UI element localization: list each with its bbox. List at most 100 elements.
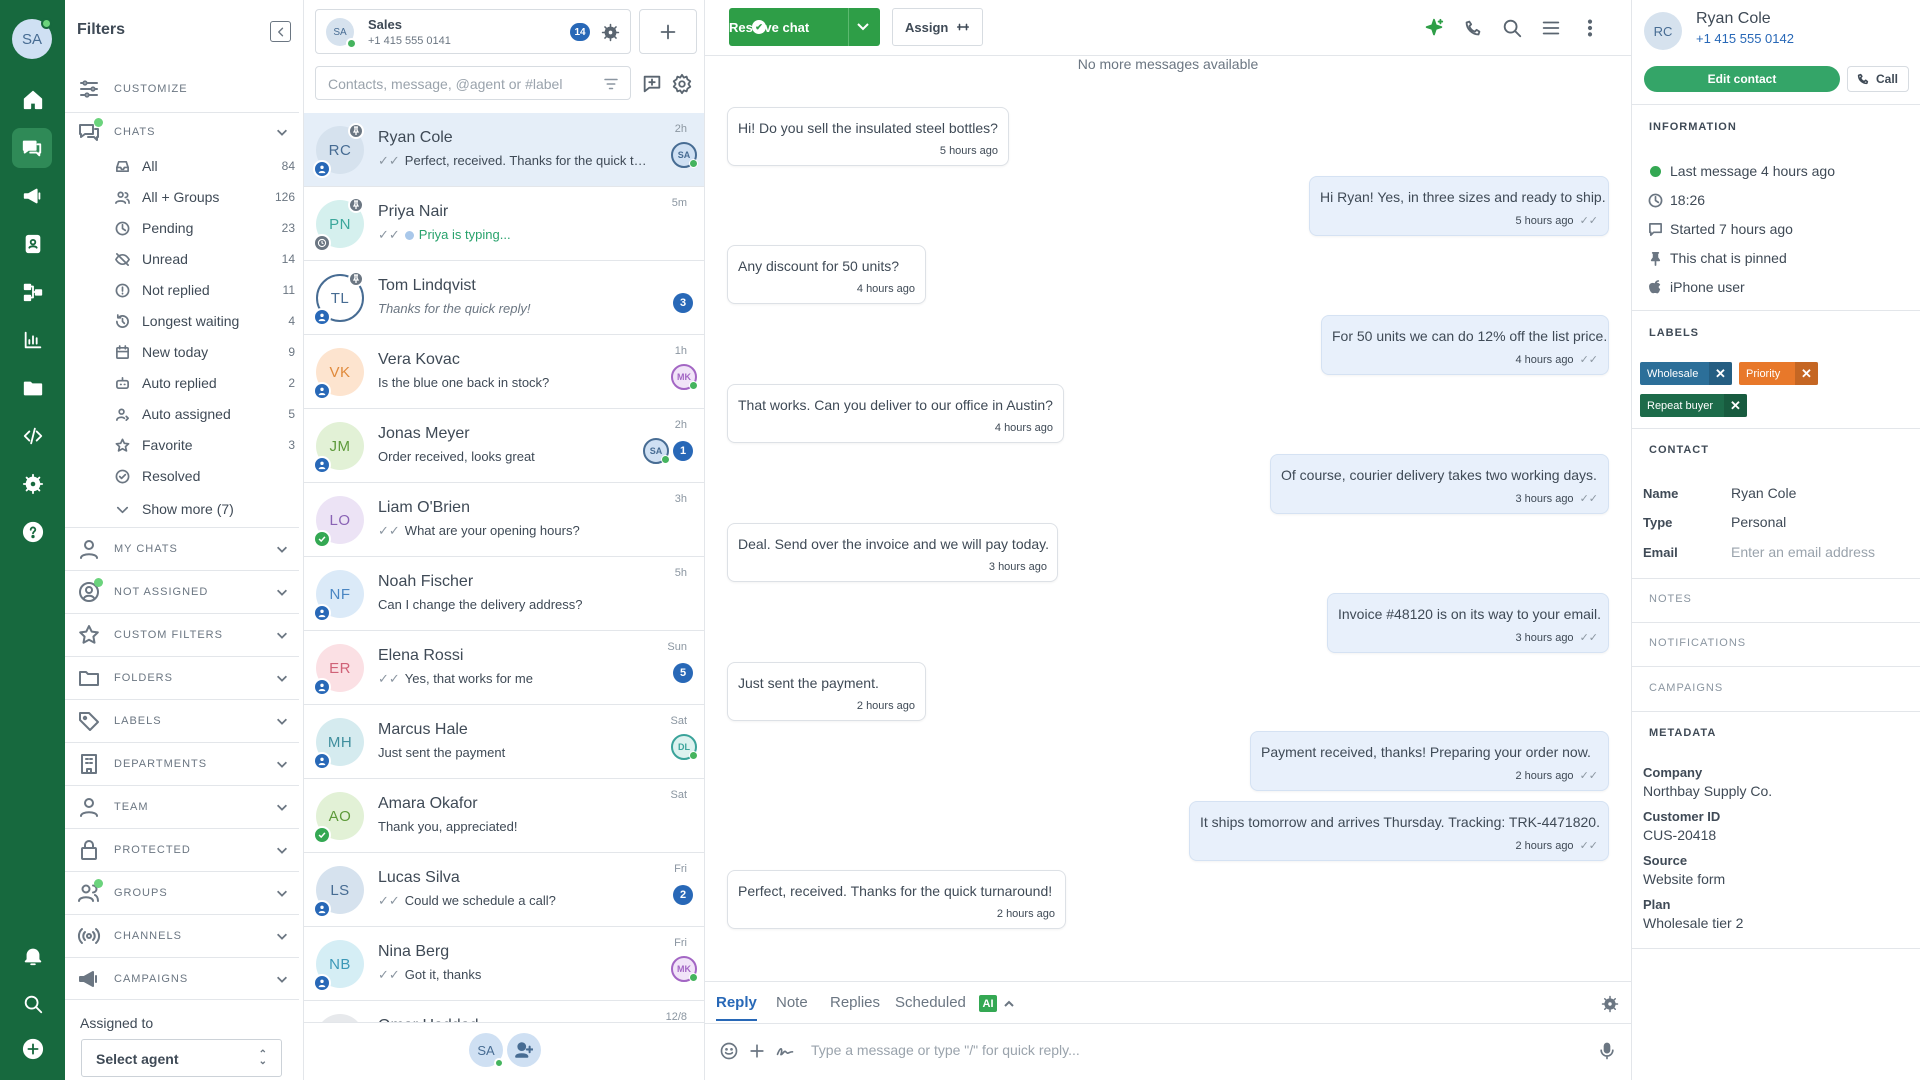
nav-home[interactable] [15, 82, 50, 117]
inbox-selector[interactable]: SA Sales +1 415 555 0141 14 [315, 9, 631, 54]
nav-settings[interactable] [15, 466, 50, 501]
filter-item[interactable]: Not replied 11 [115, 280, 295, 300]
nav-developers[interactable] [15, 418, 50, 453]
gear-icon[interactable] [601, 23, 620, 42]
call-button[interactable]: Call [1847, 66, 1909, 92]
filter-item[interactable]: Unread 14 [115, 249, 295, 269]
show-more-button[interactable]: Show more (7) [115, 499, 295, 519]
search-input[interactable]: Contacts, message, @agent or #label [315, 66, 631, 100]
remove-label-button[interactable]: ✕ [1709, 362, 1732, 385]
conversation-item[interactable]: TL Tom Lindqvist Thanks for the quick repl… [304, 261, 704, 335]
edit-contact-button[interactable]: Edit contact [1644, 66, 1840, 92]
filter-item[interactable]: All + Groups 126 [115, 187, 295, 207]
section-labels[interactable]: LABELS [77, 710, 297, 732]
filter-item[interactable]: New today 9 [115, 342, 295, 362]
emoji-icon[interactable] [719, 1041, 739, 1061]
signature-icon[interactable] [775, 1041, 795, 1061]
agent-avatar[interactable]: SA [469, 1033, 504, 1068]
conversation-item[interactable]: VK Vera Kovac Is the blue one back in stoc… [304, 335, 704, 409]
chevron-up-icon[interactable] [1003, 998, 1015, 1010]
conversation-item[interactable]: AO Amara Okafor Thank you, appreciated! Sat [304, 779, 704, 853]
conversation-item[interactable]: NF Noah Fischer Can I change the delivery … [304, 557, 704, 631]
section-groups[interactable]: GROUPS [77, 879, 297, 904]
conversation-name: Liam O'Brien [378, 499, 470, 516]
section-label: DEPARTMENTS [114, 758, 208, 770]
filters-panel: Filters CUSTOMIZE CHATS All 84 All + Group… [65, 0, 304, 1080]
collapse-filters-button[interactable] [270, 21, 291, 42]
conversation-item[interactable]: NB Nina Berg ✓✓ Got it, thanks Fri MK [304, 927, 704, 1001]
conversation-item[interactable]: MH Marcus Hale Just sent the payment Sat DL [304, 705, 704, 779]
message-time-text: 5 hours ago [1515, 215, 1574, 227]
notifications-section[interactable]: NOTIFICATIONS [1649, 637, 1746, 649]
filter-item[interactable]: All 84 [115, 156, 295, 176]
conversation-item[interactable]: ER Elena Rossi ✓✓ Yes, that works for me Sun… [304, 631, 704, 705]
section-my-chats[interactable]: MY CHATS [77, 538, 297, 560]
filter-item[interactable]: Auto replied 2 [115, 373, 295, 393]
conversation-item[interactable]: JM Jonas Meyer Order received, looks great… [304, 409, 704, 483]
nav-search[interactable] [15, 986, 50, 1021]
contact-phone[interactable]: +1 415 555 0142 [1696, 31, 1794, 46]
section-protected[interactable]: PROTECTED [77, 839, 297, 861]
sliders-icon[interactable] [1540, 17, 1562, 39]
message-time-text: 2 hours ago [856, 700, 915, 712]
remove-label-button[interactable]: ✕ [1795, 362, 1818, 385]
section-chats[interactable]: CHATS [77, 118, 297, 143]
field-type-value[interactable]: Personal [1731, 514, 1786, 530]
nav-help[interactable] [15, 514, 50, 549]
section-folders[interactable]: FOLDERS [77, 667, 297, 689]
customize-button[interactable]: CUSTOMIZE [77, 78, 297, 100]
conversation-item[interactable]: LS Lucas Silva ✓✓ Could we schedule a call?… [304, 853, 704, 927]
tab-scheduled[interactable]: Scheduled [895, 994, 966, 1011]
new-chat-button[interactable] [639, 9, 697, 54]
filter-item[interactable]: Auto assigned 5 [115, 404, 295, 424]
section-channels[interactable]: CHANNELS [77, 925, 297, 947]
nav-notifications[interactable] [15, 938, 50, 973]
nav-reports[interactable] [15, 322, 50, 357]
assign-button[interactable]: Assign [892, 8, 983, 46]
section-departments[interactable]: DEPARTMENTS [77, 753, 297, 775]
chevron-down-icon[interactable] [856, 22, 870, 32]
phone-icon[interactable] [1462, 17, 1484, 39]
microphone-icon[interactable] [1597, 1041, 1617, 1061]
nav-contacts[interactable] [15, 226, 50, 261]
nav-files[interactable] [15, 370, 50, 405]
notes-section[interactable]: NOTES [1649, 593, 1692, 605]
conversation-item[interactable]: RC Ryan Cole ✓✓ Perfect, received. Thanks f… [304, 113, 704, 187]
plus-icon[interactable] [747, 1041, 767, 1061]
section-campaigns[interactable]: CAMPAIGNS [77, 968, 297, 990]
select-agent-dropdown[interactable]: Select agent ⌃ ⌄ [81, 1039, 282, 1077]
filter-item[interactable]: Longest waiting 4 [115, 311, 295, 331]
add-agent-button[interactable] [507, 1033, 541, 1067]
new-message-icon[interactable] [641, 73, 663, 95]
nav-new[interactable] [15, 1031, 50, 1066]
tab-reply[interactable]: Reply [716, 994, 757, 1021]
campaigns-section[interactable]: CAMPAIGNS [1649, 682, 1723, 694]
section-custom-filters[interactable]: CUSTOM FILTERS [77, 624, 297, 646]
filter-item[interactable]: Favorite 3 [115, 435, 295, 455]
conversation-item[interactable]: PN Priya Nair ✓✓ Priya is typing... 5m [304, 187, 704, 261]
message-input[interactable]: Type a message or type "/" for quick rep… [811, 1042, 1080, 1058]
resolve-chat-button[interactable]: ✔ Resolve chat [729, 8, 880, 46]
settings-icon[interactable] [671, 73, 693, 95]
gear-icon[interactable] [1601, 995, 1619, 1013]
email-field[interactable]: Enter an email address [1731, 544, 1875, 560]
ai-sparkle-icon[interactable] [1423, 17, 1445, 39]
nav-flows[interactable] [15, 274, 50, 309]
nav-chats[interactable] [12, 128, 52, 168]
nav-campaigns[interactable] [15, 178, 50, 213]
inbox-name: Sales [368, 17, 402, 32]
more-vertical-icon[interactable] [1579, 17, 1601, 39]
remove-label-button[interactable]: ✕ [1724, 394, 1747, 417]
filter-icon[interactable] [602, 75, 620, 93]
tab-replies[interactable]: Replies [830, 994, 880, 1011]
section-team[interactable]: TEAM [77, 796, 297, 818]
section-not-assigned[interactable]: NOT ASSIGNED [77, 578, 297, 603]
user-avatar[interactable]: SA [12, 18, 52, 59]
filter-item[interactable]: Pending 23 [115, 218, 295, 238]
search-icon[interactable] [1501, 17, 1523, 39]
ai-badge[interactable]: AI [979, 995, 997, 1012]
field-name-value[interactable]: Ryan Cole [1731, 485, 1796, 501]
tab-note[interactable]: Note [776, 994, 808, 1011]
conversation-item[interactable]: LO Liam O'Brien ✓✓ What are your opening ho… [304, 483, 704, 557]
filter-item[interactable]: Resolved [115, 466, 295, 486]
